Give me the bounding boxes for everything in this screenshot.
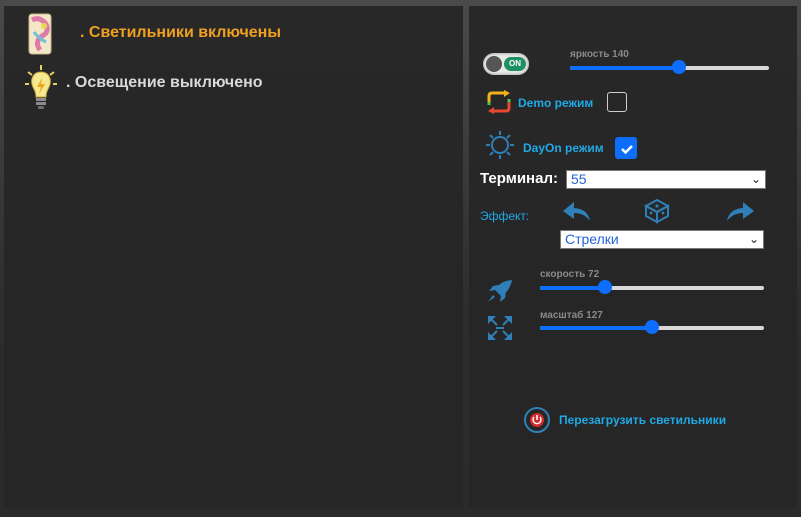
scale-slider-fill	[540, 326, 652, 330]
reboot-label: Перезагрузить светильники	[559, 413, 727, 427]
scale-slider-thumb[interactable]	[645, 320, 659, 334]
dice-icon[interactable]	[644, 198, 670, 224]
brightness-slider-fill	[570, 66, 680, 70]
demo-mode-label: Demo режим	[518, 96, 594, 110]
chevron-down-icon: ⌄	[748, 232, 759, 246]
lights-on-status: . Светильники включены	[80, 24, 281, 41]
status-panel: . Светильники включены . Освещение выклю…	[4, 6, 463, 507]
terminal-select-value: 55	[571, 171, 587, 187]
reboot-button[interactable]: Перезагрузить светильники	[523, 406, 726, 434]
sun-moon-icon	[486, 131, 514, 159]
refresh-icon	[487, 90, 511, 114]
speed-slider[interactable]	[540, 280, 764, 294]
dayon-mode-checkbox[interactable]	[615, 137, 637, 159]
speed-slider-fill	[540, 286, 605, 290]
brightness-slider[interactable]	[570, 60, 769, 74]
rocket-icon	[488, 280, 512, 302]
effect-label: Эффект:	[480, 209, 530, 223]
control-panel: ON яркость 140 Demo режим DayOn режим Те…	[469, 6, 797, 507]
expand-icon	[488, 316, 512, 340]
chevron-down-icon: ⌄	[750, 172, 761, 186]
lamp-icon	[28, 13, 52, 55]
speed-slider-thumb[interactable]	[597, 280, 612, 294]
power-icon	[524, 407, 550, 433]
terminal-label: Терминал:	[480, 170, 558, 187]
arrow-left-icon[interactable]	[562, 199, 592, 223]
brightness-slider-thumb[interactable]	[672, 60, 687, 74]
toggle-knob	[486, 56, 502, 72]
terminal-select[interactable]: 55 ⌄	[566, 170, 766, 189]
lightbulb-icon	[25, 65, 57, 109]
power-toggle[interactable]: ON	[483, 53, 529, 75]
arrow-right-icon[interactable]	[725, 199, 755, 223]
effect-select-value: Стрелки	[565, 231, 619, 247]
speed-label: скорость 72	[540, 269, 600, 280]
toggle-on-label: ON	[504, 57, 526, 71]
scale-label: масштаб 127	[540, 310, 603, 321]
check-icon	[621, 145, 633, 155]
lighting-off-status: . Освещение выключено	[66, 74, 263, 91]
demo-mode-checkbox[interactable]	[607, 92, 627, 112]
dayon-mode-label: DayOn режим	[523, 141, 604, 155]
brightness-label: яркость 140	[570, 49, 629, 60]
scale-slider[interactable]	[540, 320, 764, 334]
effect-select[interactable]: Стрелки ⌄	[560, 230, 764, 249]
